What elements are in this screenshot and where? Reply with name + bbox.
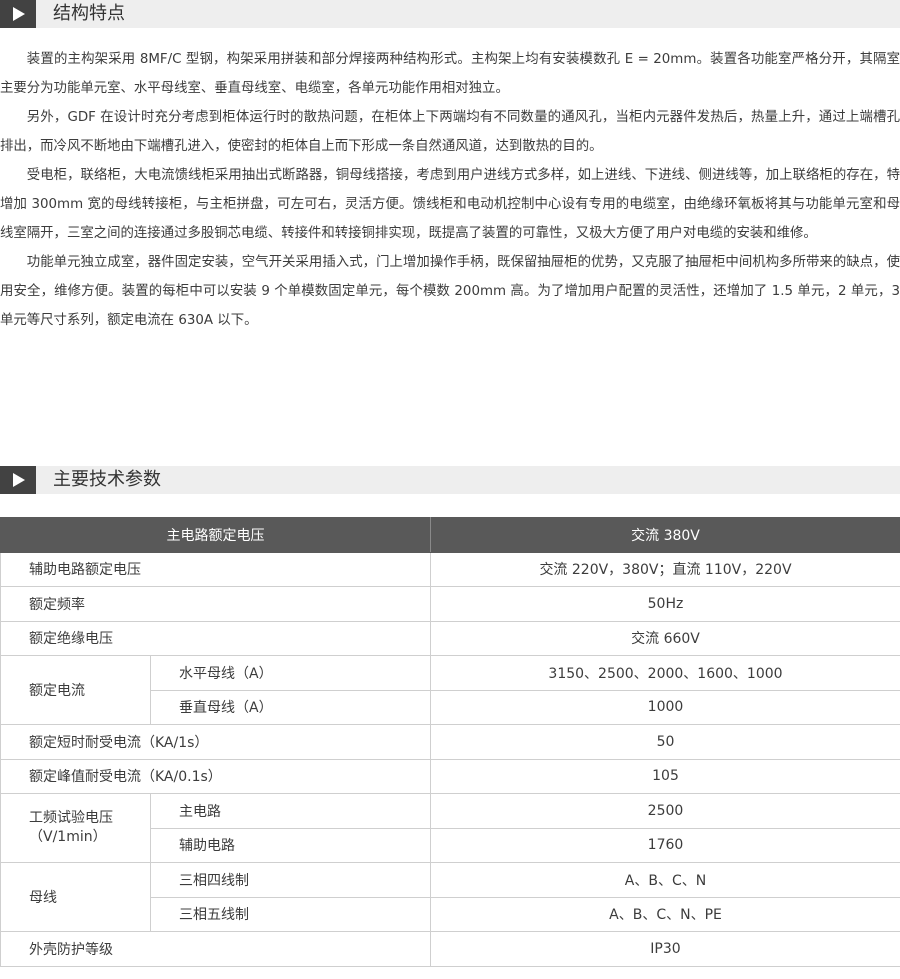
table-row: 额定电流 水平母线（A） 3150、2500、2000、1600、1000	[0, 655, 900, 725]
paragraph: 功能单元独立成室，器件固定安装，空气开关采用插入式，门上增加操作手柄，既保留抽屉…	[0, 255, 900, 328]
table-cell-sublabel: 水平母线（A）	[150, 655, 431, 691]
section-header-specs: 主要技术参数	[0, 466, 900, 494]
paragraph: 装置的主构架采用 8MF/C 型钢，构架采用拼装和部分焊接两种结构形式。主构架上…	[0, 52, 900, 96]
table-cell-value: 交流 660V	[430, 620, 900, 656]
table-cell-value: 50	[430, 724, 900, 760]
table-cell-label: 母线	[0, 862, 151, 932]
table-cell-sublabel: 三相五线制	[150, 896, 431, 932]
table-cell-sublabel: 辅助电路	[150, 827, 431, 863]
table-cell-value: 1000	[430, 689, 900, 725]
table-header-cell: 交流 380V	[430, 517, 900, 553]
table-cell-label: 辅助电路额定电压	[0, 551, 431, 587]
paragraph: 受电柜，联络柜，大电流馈线柜采用抽出式断路器，铜母线搭接，考虑到用户进线方式多样…	[0, 168, 900, 241]
table-cell-value: 1760	[430, 827, 900, 863]
table-cell-sublabel: 主电路	[150, 793, 431, 829]
table-cell-label: 额定频率	[0, 586, 431, 622]
play-arrow-icon	[0, 466, 36, 494]
section-title: 结构特点	[53, 3, 125, 24]
table-row: 工频试验电压 （V/1min） 主电路 2500	[0, 793, 900, 863]
table-row: 额定绝缘电压 交流 660V	[0, 620, 900, 656]
table-row: 额定频率 50Hz	[0, 586, 900, 622]
table-cell-label: 工频试验电压 （V/1min）	[0, 793, 151, 863]
play-arrow-icon	[0, 0, 36, 28]
paragraph: 另外，GDF 在设计时充分考虑到柜体运行时的散热问题，在柜体上下两端均有不同数量…	[0, 110, 900, 154]
table-cell-value: 105	[430, 758, 900, 794]
section-title: 主要技术参数	[53, 469, 161, 490]
table-cell-label: 额定短时耐受电流（KA/1s）	[0, 724, 431, 760]
table-row: 外壳防护等级 IP30	[0, 931, 900, 967]
table-cell-value: 交流 220V，380V；直流 110V，220V	[430, 551, 900, 587]
table-cell-label: 额定峰值耐受电流（KA/0.1s）	[0, 758, 431, 794]
table-row: 额定峰值耐受电流（KA/0.1s） 105	[0, 758, 900, 794]
label-line: （V/1min）	[29, 829, 107, 845]
table-cell-value: 3150、2500、2000、1600、1000	[430, 655, 900, 691]
table-cell-label: 外壳防护等级	[0, 931, 431, 967]
table-cell-label: 额定绝缘电压	[0, 620, 431, 656]
structure-description: 装置的主构架采用 8MF/C 型钢，构架采用拼装和部分焊接两种结构形式。主构架上…	[0, 45, 900, 335]
table-cell-label: 额定电流	[0, 655, 151, 725]
table-cell-value: A、B、C、N、PE	[430, 896, 900, 932]
table-cell-value: IP30	[430, 931, 900, 967]
section-header-structure: 结构特点	[0, 0, 900, 28]
table-row: 母线 三相四线制 A、B、C、N	[0, 862, 900, 932]
table-cell-sublabel: 垂直母线（A）	[150, 689, 431, 725]
table-cell-value: A、B、C、N	[430, 862, 900, 898]
table-cell-value: 50Hz	[430, 586, 900, 622]
table-header-row: 主电路额定电压 交流 380V	[0, 517, 900, 553]
table-row: 辅助电路额定电压 交流 220V，380V；直流 110V，220V	[0, 551, 900, 587]
table-cell-sublabel: 三相四线制	[150, 862, 431, 898]
table-row: 额定短时耐受电流（KA/1s） 50	[0, 724, 900, 760]
label-line: 工频试验电压	[29, 810, 113, 826]
spec-table: 主电路额定电压 交流 380V 辅助电路额定电压 交流 220V，380V；直流…	[0, 517, 900, 967]
table-cell-value: 2500	[430, 793, 900, 829]
table-header-cell: 主电路额定电压	[0, 517, 431, 553]
